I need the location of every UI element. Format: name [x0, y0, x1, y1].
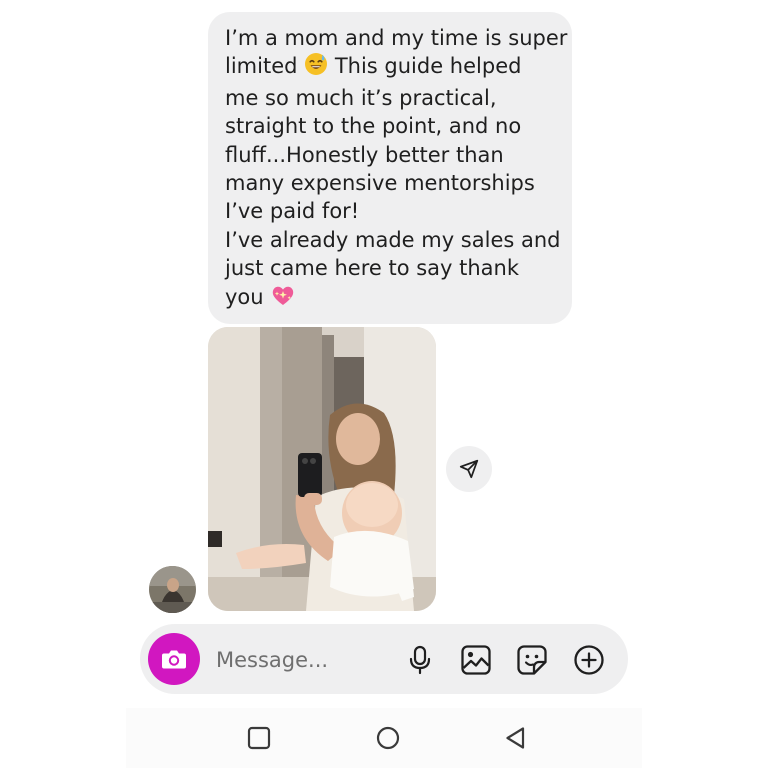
recents-icon	[247, 726, 271, 750]
message-input[interactable]	[216, 645, 386, 675]
message-line: many expensive mentorships	[225, 171, 535, 196]
message-line: I’ve paid for!	[225, 199, 360, 224]
sender-avatar[interactable]	[149, 566, 196, 613]
sticker-button[interactable]	[515, 643, 549, 677]
sparkling-heart-emoji-icon	[270, 283, 296, 314]
camera-button[interactable]	[148, 633, 200, 685]
system-navigation-bar	[126, 708, 642, 768]
avatar-image	[149, 566, 196, 613]
message-line: I’m a mom and my time is super	[225, 26, 568, 50]
share-button[interactable]	[446, 446, 492, 492]
gallery-icon	[461, 645, 491, 675]
back-button[interactable]	[500, 722, 532, 754]
message-line: I’ve already made my sales and	[225, 227, 561, 252]
message-line: straight to the point, and no	[225, 114, 522, 139]
add-button[interactable]	[572, 643, 606, 677]
message-line: me so much it’s practical,	[225, 85, 497, 110]
back-icon	[506, 727, 525, 749]
message-line: limited This guide helped	[225, 52, 558, 83]
message-line: just came here to say thank	[225, 256, 520, 281]
recents-button[interactable]	[243, 722, 275, 754]
microphone-icon	[409, 645, 431, 675]
message-bubble[interactable]: I’m a mom and my time is super limited T…	[208, 12, 572, 324]
sweat-smile-emoji-icon	[304, 52, 328, 83]
mirror-selfie-image	[208, 327, 436, 611]
home-icon	[376, 726, 400, 750]
message-line: you	[225, 283, 558, 314]
gallery-button[interactable]	[459, 643, 493, 677]
home-button[interactable]	[372, 722, 404, 754]
camera-icon	[162, 650, 186, 669]
microphone-button[interactable]	[403, 643, 437, 677]
send-icon	[459, 459, 479, 479]
shared-photo[interactable]	[208, 327, 436, 611]
message-composer	[140, 624, 628, 694]
message-line: fluff...Honestly better than	[225, 142, 504, 167]
add-icon	[574, 645, 604, 675]
sticker-icon	[517, 645, 547, 675]
